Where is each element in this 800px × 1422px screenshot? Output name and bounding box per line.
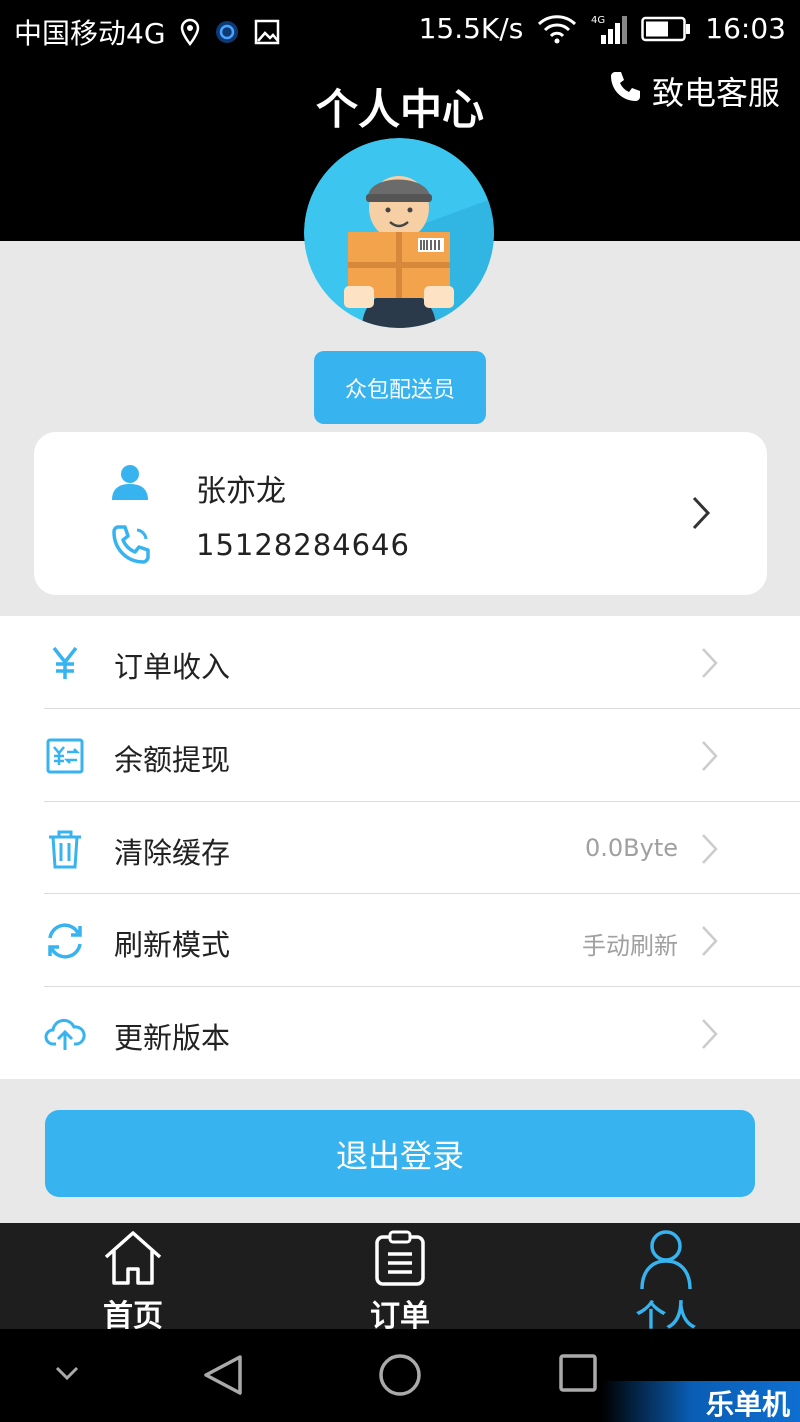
menu-item-label: 刷新模式 bbox=[114, 928, 231, 962]
clipboard-icon bbox=[330, 1229, 470, 1287]
carrier-label: 中国移动4G bbox=[14, 17, 166, 50]
refresh-mode-value: 手动刷新 bbox=[582, 932, 678, 960]
home-nav-icon[interactable] bbox=[378, 1353, 422, 1401]
tab-profile[interactable]: 个人 bbox=[596, 1223, 736, 1334]
cache-size-value: 0.0Byte bbox=[584, 834, 678, 862]
menu-item-label: 余额提现 bbox=[114, 743, 231, 777]
back-icon[interactable] bbox=[202, 1353, 244, 1401]
tab-orders[interactable]: 订单 bbox=[330, 1223, 470, 1334]
chevron-right-icon bbox=[700, 646, 720, 684]
menu-item-refresh-mode[interactable]: 刷新模式 手动刷新 bbox=[0, 894, 800, 986]
user-icon bbox=[110, 462, 150, 506]
home-icon bbox=[63, 1229, 203, 1287]
battery-icon bbox=[641, 16, 691, 42]
settings-menu: 订单收入 余额提现 清除缓存 0.0Byte 刷新模式 手动刷新 更新版本 bbox=[0, 616, 800, 1079]
user-info-card[interactable]: 张亦龙 15128284646 bbox=[34, 432, 767, 595]
network-speed: 15.5K/s bbox=[418, 12, 524, 45]
watermark: 乐单机 bbox=[602, 1381, 800, 1422]
phone-icon bbox=[110, 524, 152, 570]
clock: 16:03 bbox=[705, 12, 786, 45]
call-service-label: 致电客服 bbox=[651, 74, 780, 112]
menu-item-clear-cache[interactable]: 清除缓存 0.0Byte bbox=[0, 802, 800, 894]
user-name: 张亦龙 bbox=[196, 474, 286, 509]
menu-item-order-income[interactable]: 订单收入 bbox=[0, 616, 800, 708]
signal-icon: 4G bbox=[591, 13, 628, 45]
tab-home[interactable]: 首页 bbox=[63, 1223, 203, 1334]
chevron-right-icon bbox=[700, 832, 720, 870]
menu-item-withdraw[interactable]: 余额提现 bbox=[0, 709, 800, 801]
svg-text:4G: 4G bbox=[591, 15, 605, 26]
person-icon bbox=[596, 1229, 736, 1291]
wifi-icon bbox=[537, 14, 577, 44]
avatar[interactable] bbox=[304, 138, 494, 328]
watermark-text: 乐单机 bbox=[705, 1388, 790, 1421]
sync-icon bbox=[214, 19, 240, 45]
refresh-icon bbox=[44, 920, 86, 962]
role-badge: 众包配送员 bbox=[314, 351, 486, 424]
menu-item-update-version[interactable]: 更新版本 bbox=[0, 987, 800, 1079]
chevron-down-icon[interactable] bbox=[54, 1365, 80, 1385]
menu-item-label: 更新版本 bbox=[114, 1021, 231, 1055]
recents-icon[interactable] bbox=[558, 1353, 598, 1397]
user-phone: 15128284646 bbox=[196, 528, 410, 562]
withdraw-icon bbox=[44, 735, 86, 777]
location-icon bbox=[180, 18, 200, 46]
logout-button[interactable]: 退出登录 bbox=[45, 1110, 755, 1197]
menu-item-label: 订单收入 bbox=[114, 650, 231, 684]
chevron-right-icon bbox=[700, 1017, 720, 1055]
trash-icon bbox=[44, 828, 86, 870]
status-bar: 中国移动4G 15.5K/s 4G 16:03 bbox=[0, 0, 800, 58]
call-service-button[interactable]: 致电客服 bbox=[608, 68, 780, 114]
chevron-right-icon bbox=[700, 924, 720, 962]
chevron-right-icon bbox=[690, 494, 714, 536]
menu-item-label: 清除缓存 bbox=[114, 836, 231, 870]
tab-bar: 首页 订单 个人 bbox=[0, 1223, 800, 1334]
phone-icon bbox=[608, 70, 642, 112]
cloud-upload-icon bbox=[44, 1013, 86, 1055]
image-icon bbox=[254, 19, 280, 45]
yen-icon bbox=[44, 642, 86, 684]
chevron-right-icon bbox=[700, 739, 720, 777]
